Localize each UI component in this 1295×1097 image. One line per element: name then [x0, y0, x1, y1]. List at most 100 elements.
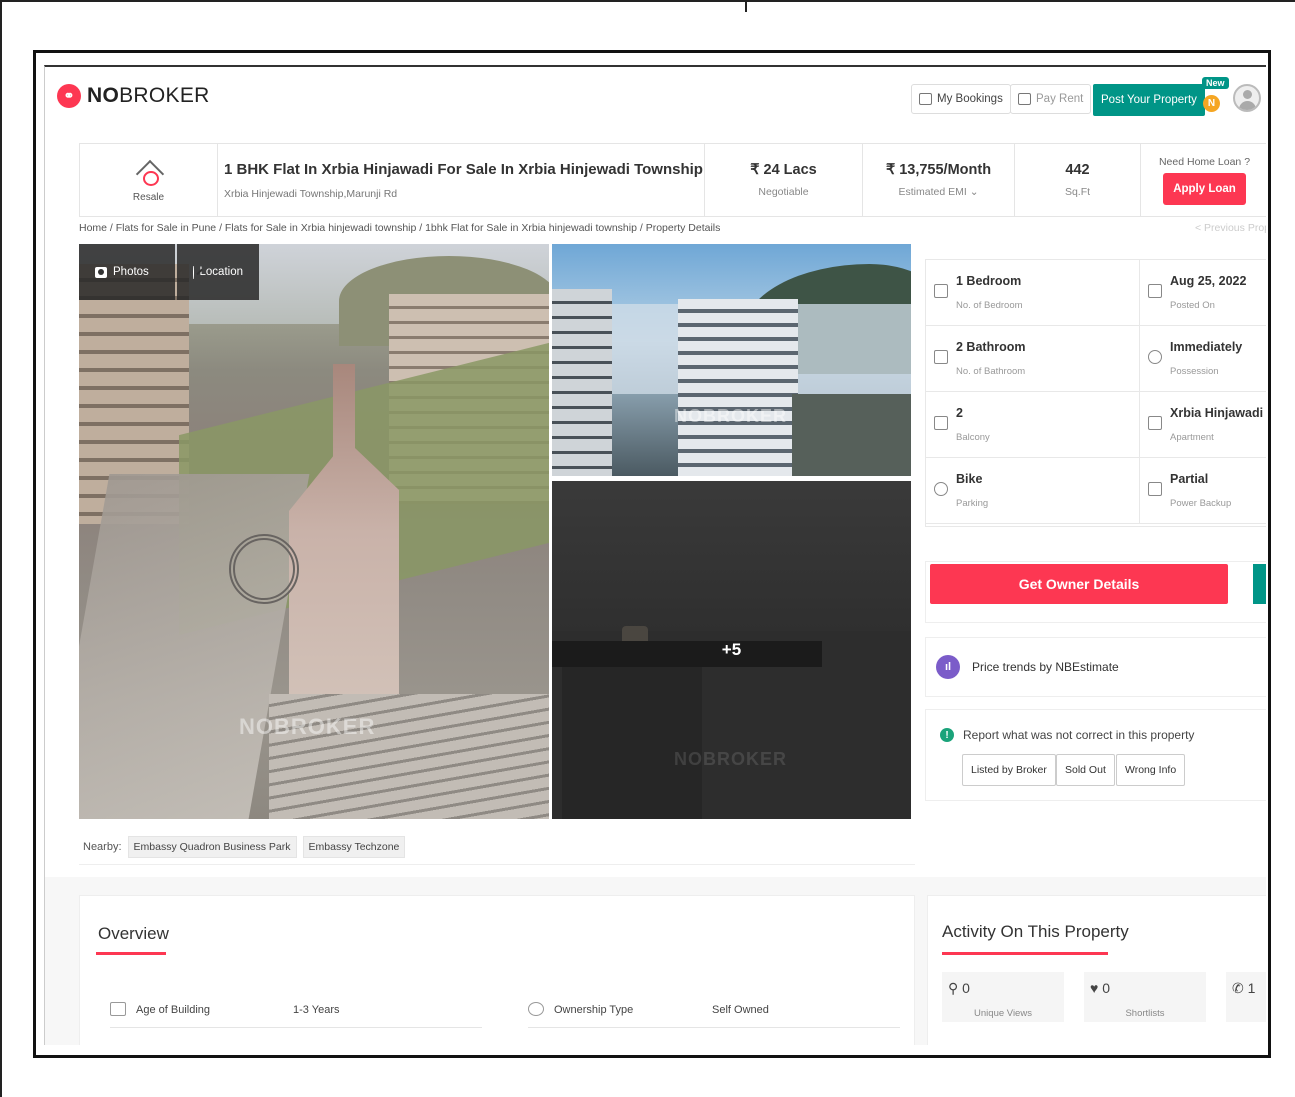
ownership-type-row: Ownership Type Self Owned	[528, 1000, 900, 1028]
apartment-icon	[1148, 416, 1162, 430]
photo-ground	[792, 394, 911, 476]
person-icon: ⚲	[948, 980, 963, 996]
nobroker-logo[interactable]: ⚭ NOBROKER	[57, 84, 210, 108]
screenshot-frame: ⚭ NOBROKER My Bookings Pay Rent Post You…	[33, 50, 1271, 1058]
property-address: Xrbia Hinjewadi Township,Marunji Rd	[224, 187, 398, 200]
bar-chart-icon: ıl	[936, 655, 960, 679]
overview-value: 1-3 Years	[293, 1004, 340, 1016]
unique-views-label: Unique Views	[974, 1008, 1032, 1019]
detail-value: 2 Bathroom	[956, 340, 1026, 354]
property-title: 1 BHK Flat In Xrbia Hinjawadi For Sale I…	[224, 160, 703, 178]
unique-views-value: ⚲ 0	[948, 980, 970, 996]
possession-detail: Immediately Possession	[1140, 326, 1266, 392]
overview-value: Self Owned	[712, 1004, 769, 1016]
apartment-detail: Xrbia Hinjawadi Apartment	[1140, 392, 1266, 458]
overview-title: Overview	[98, 924, 169, 943]
detail-label: Balcony	[956, 432, 990, 443]
age-of-building-row: Age of Building 1-3 Years	[110, 1000, 482, 1028]
area-unit: Sq.Ft	[1064, 186, 1091, 198]
price-trends-link[interactable]: ıl Price trends by NBEstimate	[925, 637, 1266, 697]
detail-label: Power Backup	[1170, 498, 1232, 509]
photos-label: Photos	[113, 266, 149, 278]
logo-text: NOBROKER	[87, 84, 210, 107]
sold-out-button[interactable]: Sold Out	[1056, 754, 1115, 786]
apply-loan-button[interactable]: Apply Loan	[1163, 172, 1246, 205]
title-cell: 1 BHK Flat In Xrbia Hinjawadi For Sale I…	[218, 144, 705, 216]
emi-cell: ₹ 13,755/Month Estimated EMI ⌄	[863, 144, 1015, 216]
pay-rent-label: Pay Rent	[1036, 93, 1084, 105]
my-bookings-label: My Bookings	[937, 93, 1003, 105]
compass-icon	[193, 265, 194, 279]
property-details-grid: 1 Bedroom No. of Bedroom Aug 25, 2022 Po…	[925, 259, 1266, 527]
previous-property-link[interactable]: < Previous Prop	[1195, 222, 1266, 234]
price-trends-label: Price trends by NBEstimate	[972, 660, 1119, 674]
location-button[interactable]: Location	[177, 244, 259, 300]
user-avatar[interactable]	[1233, 84, 1261, 112]
detail-value: Immediately	[1170, 340, 1243, 354]
main-property-photo[interactable]: NOBROKER Photos Location	[79, 244, 549, 819]
outer-frame-tick	[745, 0, 747, 12]
overview-section: Overview Age of Building 1-3 Years Owner…	[79, 895, 915, 1045]
detail-label: Possession	[1170, 366, 1219, 377]
shortlists-label: Shortlists	[1125, 1008, 1165, 1019]
balcony-icon	[934, 416, 948, 430]
new-badge: New	[1202, 77, 1229, 89]
area-value: 442	[1065, 162, 1090, 178]
listed-by-broker-button[interactable]: Listed by Broker	[962, 754, 1056, 786]
nearby-chip[interactable]: Embassy Techzone	[302, 835, 406, 858]
photo-roundabout	[229, 534, 299, 604]
activity-underline	[942, 952, 1108, 955]
nb-coin-icon[interactable]: N	[1203, 95, 1220, 112]
wrong-info-button[interactable]: Wrong Info	[1116, 754, 1186, 786]
breadcrumb[interactable]: Home / Flats for Sale in Pune / Flats fo…	[79, 222, 720, 234]
photo-watermark: NOBROKER	[239, 714, 376, 739]
secondary-photo-building[interactable]: NOBROKER	[552, 244, 911, 476]
post-property-button[interactable]: Post Your Property	[1093, 84, 1205, 116]
detail-label: No. of Bedroom	[956, 300, 1023, 311]
detail-value: Aug 25, 2022	[1170, 274, 1247, 288]
emi-dropdown[interactable]: Estimated EMI ⌄	[899, 186, 979, 198]
photo-building-center	[678, 299, 798, 476]
heart-icon: ♥	[1090, 980, 1103, 996]
parking-detail: Bike Parking	[926, 458, 1140, 524]
calendar-icon	[1148, 284, 1162, 298]
info-icon: !	[940, 728, 954, 742]
location-label: Location	[199, 266, 243, 278]
resale-label: Resale	[132, 191, 165, 203]
overview-underline	[96, 952, 166, 955]
get-owner-details-button[interactable]: Get Owner Details	[930, 564, 1228, 604]
report-panel: ! Report what was not correct in this pr…	[925, 709, 1266, 801]
pay-rent-button[interactable]: Pay Rent	[1010, 84, 1092, 114]
nearby-chip[interactable]: Embassy Quadron Business Park	[127, 835, 297, 858]
more-photos-count[interactable]: +5	[552, 481, 911, 819]
detail-label: Apartment	[1170, 432, 1214, 443]
my-bookings-button[interactable]: My Bookings	[911, 84, 1011, 114]
bathtub-icon	[934, 350, 948, 364]
report-text: Report what was not correct in this prop…	[963, 728, 1195, 742]
price-note: Negotiable	[758, 186, 809, 198]
photos-button[interactable]: Photos	[79, 244, 175, 300]
logo-icon: ⚭	[57, 84, 81, 108]
detail-value: 1 Bedroom	[956, 274, 1022, 288]
car-icon	[934, 482, 948, 496]
bathroom-detail: 2 Bathroom No. of Bathroom	[926, 326, 1140, 392]
camera-icon	[95, 266, 107, 278]
battery-icon	[1148, 482, 1162, 496]
detail-value: 2	[956, 406, 963, 420]
overview-label: Ownership Type	[554, 1004, 634, 1016]
resale-type-cell: Resale	[80, 144, 218, 216]
detail-value: Bike	[956, 472, 983, 486]
loan-question: Need Home Loan ?	[1158, 155, 1251, 168]
detail-value: Partial	[1170, 472, 1209, 486]
activity-section: Activity On This Property ⚲ 0 Unique Vie…	[927, 895, 1266, 1045]
secondary-action-button[interactable]	[1253, 564, 1266, 604]
price-cell: ₹ 24 Lacs Negotiable	[705, 144, 863, 216]
photo-watermark: NOBROKER	[674, 406, 788, 426]
detail-label: Parking	[956, 498, 989, 509]
emi-value: ₹ 13,755/Month	[885, 162, 992, 178]
building-age-icon	[110, 1002, 126, 1016]
outer-frame-left	[0, 0, 2, 1097]
property-info-bar: Resale 1 BHK Flat In Xrbia Hinjawadi For…	[79, 143, 1266, 217]
contacts-stat: ✆ 1	[1226, 972, 1266, 1022]
browser-viewport: ⚭ NOBROKER My Bookings Pay Rent Post You…	[44, 65, 1266, 1045]
